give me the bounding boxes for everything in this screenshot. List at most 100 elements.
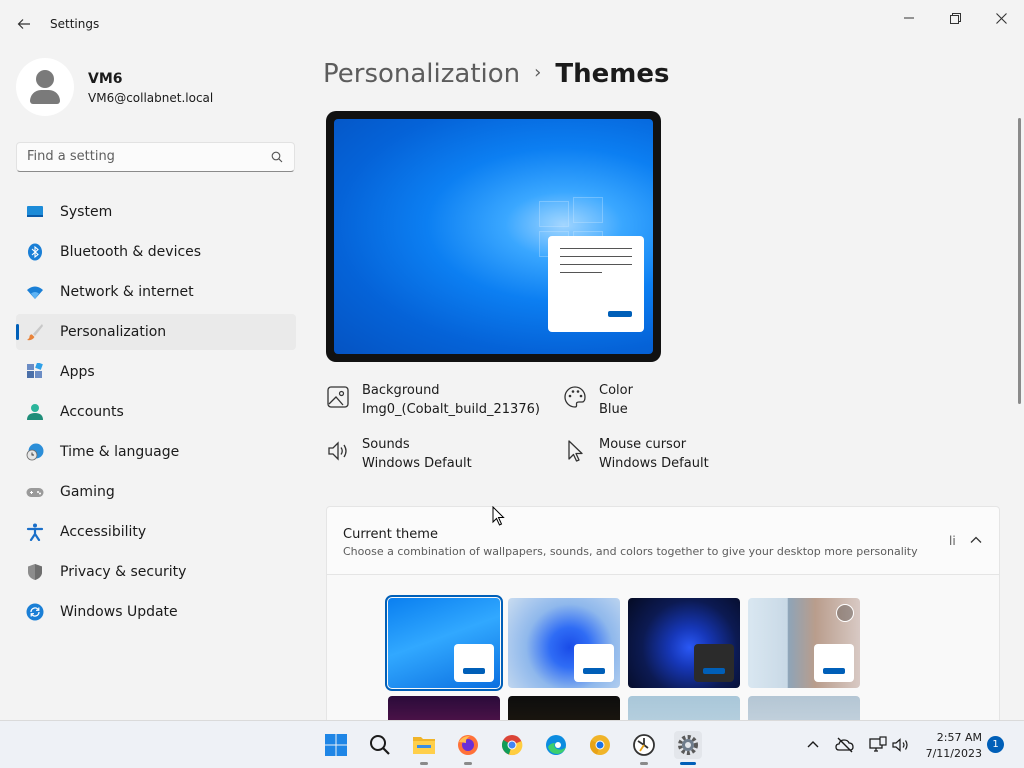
bluetooth-icon bbox=[28, 243, 42, 261]
start-button[interactable] bbox=[322, 731, 350, 759]
apps-icon bbox=[27, 363, 43, 378]
taskbar-clock-date[interactable]: 7/11/2023 bbox=[918, 747, 982, 760]
chrome-icon bbox=[501, 735, 523, 756]
sidebar-item-apps[interactable]: Apps bbox=[16, 354, 296, 390]
accounts-icon bbox=[27, 404, 43, 420]
sidebar-item-label: Privacy & security bbox=[60, 564, 187, 580]
preview-wallpaper bbox=[334, 119, 653, 354]
theme-mini-window bbox=[574, 644, 614, 682]
clock-app-icon bbox=[633, 734, 655, 756]
spotlight-badge-icon bbox=[836, 604, 854, 622]
sidebar-item-time-language[interactable]: Time & language bbox=[16, 434, 296, 470]
sidebar-item-accounts[interactable]: Accounts bbox=[16, 394, 296, 430]
sidebar-item-network[interactable]: Network & internet bbox=[16, 274, 296, 310]
taskbar-firefox[interactable] bbox=[454, 731, 482, 765]
sidebar-item-accessibility[interactable]: Accessibility bbox=[16, 514, 296, 550]
accessibility-icon bbox=[26, 523, 44, 541]
chevron-up-icon[interactable] bbox=[967, 531, 985, 549]
sidebar-item-privacy-security[interactable]: Privacy & security bbox=[16, 554, 296, 590]
taskbar-clock-time[interactable]: 2:57 AM bbox=[918, 731, 982, 744]
sidebar-item-label: Apps bbox=[60, 364, 95, 380]
sidebar-item-label: Personalization bbox=[60, 324, 167, 340]
show-hidden-icons-chevron-icon[interactable] bbox=[803, 735, 823, 755]
mouse-cursor-value: Windows Default bbox=[599, 456, 709, 471]
sidebar-nav: System Bluetooth & devices Network & int… bbox=[16, 194, 296, 634]
settings-icon bbox=[678, 735, 698, 755]
sidebar-item-gaming[interactable]: Gaming bbox=[16, 474, 296, 510]
close-button[interactable] bbox=[979, 4, 1023, 32]
picture-icon bbox=[327, 386, 349, 408]
current-theme-title: Current theme bbox=[343, 527, 438, 542]
page-title: Themes bbox=[555, 59, 670, 89]
firefox-icon bbox=[458, 735, 478, 755]
taskbar: 2:57 AM 7/11/2023 1 bbox=[0, 720, 1024, 768]
back-button[interactable] bbox=[12, 12, 36, 36]
taskbar-settings[interactable] bbox=[674, 731, 702, 765]
wifi-icon bbox=[27, 286, 43, 299]
current-theme-header[interactable]: Current theme Choose a combination of wa… bbox=[326, 506, 1000, 575]
theme-thumbnail[interactable] bbox=[388, 696, 500, 720]
close-icon bbox=[995, 12, 1007, 24]
avatar[interactable] bbox=[16, 58, 74, 116]
speaker-icon bbox=[328, 441, 347, 461]
update-icon bbox=[26, 603, 44, 621]
background-setting[interactable]: Background Img0_(Cobalt_build_21376) bbox=[326, 383, 546, 423]
theme-thumbnail[interactable] bbox=[628, 696, 740, 720]
sidebar-item-label: Windows Update bbox=[60, 604, 178, 620]
taskbar-edge[interactable] bbox=[542, 731, 570, 759]
sidebar-item-label: System bbox=[60, 204, 113, 220]
sounds-setting[interactable]: Sounds Windows Default bbox=[326, 437, 546, 477]
taskbar-search-button[interactable] bbox=[366, 731, 394, 759]
sidebar-item-windows-update[interactable]: Windows Update bbox=[16, 594, 296, 630]
color-title: Color bbox=[599, 383, 633, 398]
mouse-cursor-setting[interactable]: Mouse cursor Windows Default bbox=[563, 437, 743, 477]
search-input[interactable] bbox=[27, 149, 267, 164]
taskbar-chrome[interactable] bbox=[498, 731, 526, 759]
sidebar-item-label: Time & language bbox=[60, 444, 180, 460]
background-value: Img0_(Cobalt_build_21376) bbox=[362, 402, 540, 417]
color-setting[interactable]: Color Blue bbox=[563, 383, 723, 423]
preview-accent-button bbox=[608, 311, 632, 317]
minimize-icon bbox=[904, 17, 914, 19]
sidebar-item-label: Accounts bbox=[60, 404, 124, 420]
mouse-cursor-title: Mouse cursor bbox=[599, 437, 687, 452]
breadcrumb-parent[interactable]: Personalization bbox=[323, 59, 520, 89]
restore-button[interactable] bbox=[933, 4, 977, 32]
theme-thumbnail[interactable] bbox=[385, 595, 503, 691]
onedrive-offline-icon[interactable] bbox=[835, 735, 855, 755]
breadcrumb: Personalization › Themes bbox=[323, 59, 669, 89]
sidebar-item-personalization[interactable]: Personalization bbox=[16, 314, 296, 350]
avatar-body bbox=[30, 90, 60, 104]
theme-thumbnail[interactable] bbox=[748, 696, 860, 720]
sounds-value: Windows Default bbox=[362, 456, 472, 471]
theme-mini-window bbox=[694, 644, 734, 682]
title-bar: Settings bbox=[0, 0, 1024, 48]
taskbar-clock-app[interactable] bbox=[630, 731, 658, 765]
search-box[interactable] bbox=[16, 142, 295, 172]
running-indicator bbox=[464, 762, 472, 765]
theme-mini-window bbox=[814, 644, 854, 682]
sounds-title: Sounds bbox=[362, 437, 410, 452]
scrollbar[interactable] bbox=[1018, 118, 1021, 404]
taskbar-chrome-canary[interactable] bbox=[586, 731, 614, 759]
theme-thumbnail[interactable] bbox=[508, 696, 620, 720]
theme-mini-window bbox=[454, 644, 494, 682]
user-name: VM6 bbox=[88, 71, 123, 87]
minimize-button[interactable] bbox=[887, 4, 931, 32]
notification-badge[interactable]: 1 bbox=[987, 736, 1004, 753]
user-email: VM6@collabnet.local bbox=[88, 91, 214, 105]
taskbar-file-explorer[interactable] bbox=[410, 731, 438, 765]
theme-thumbnail[interactable] bbox=[628, 598, 740, 688]
theme-thumbnail[interactable] bbox=[508, 598, 620, 688]
search-icon[interactable] bbox=[271, 151, 283, 163]
avatar-head bbox=[36, 70, 54, 88]
theme-thumbnail[interactable] bbox=[748, 598, 860, 688]
brush-icon bbox=[27, 324, 43, 341]
shield-icon bbox=[28, 564, 42, 580]
preview-window bbox=[548, 236, 644, 332]
sidebar-item-system[interactable]: System bbox=[16, 194, 296, 230]
volume-icon[interactable] bbox=[891, 735, 911, 755]
network-icon[interactable] bbox=[868, 735, 888, 755]
running-indicator bbox=[680, 762, 696, 765]
sidebar-item-bluetooth[interactable]: Bluetooth & devices bbox=[16, 234, 296, 270]
